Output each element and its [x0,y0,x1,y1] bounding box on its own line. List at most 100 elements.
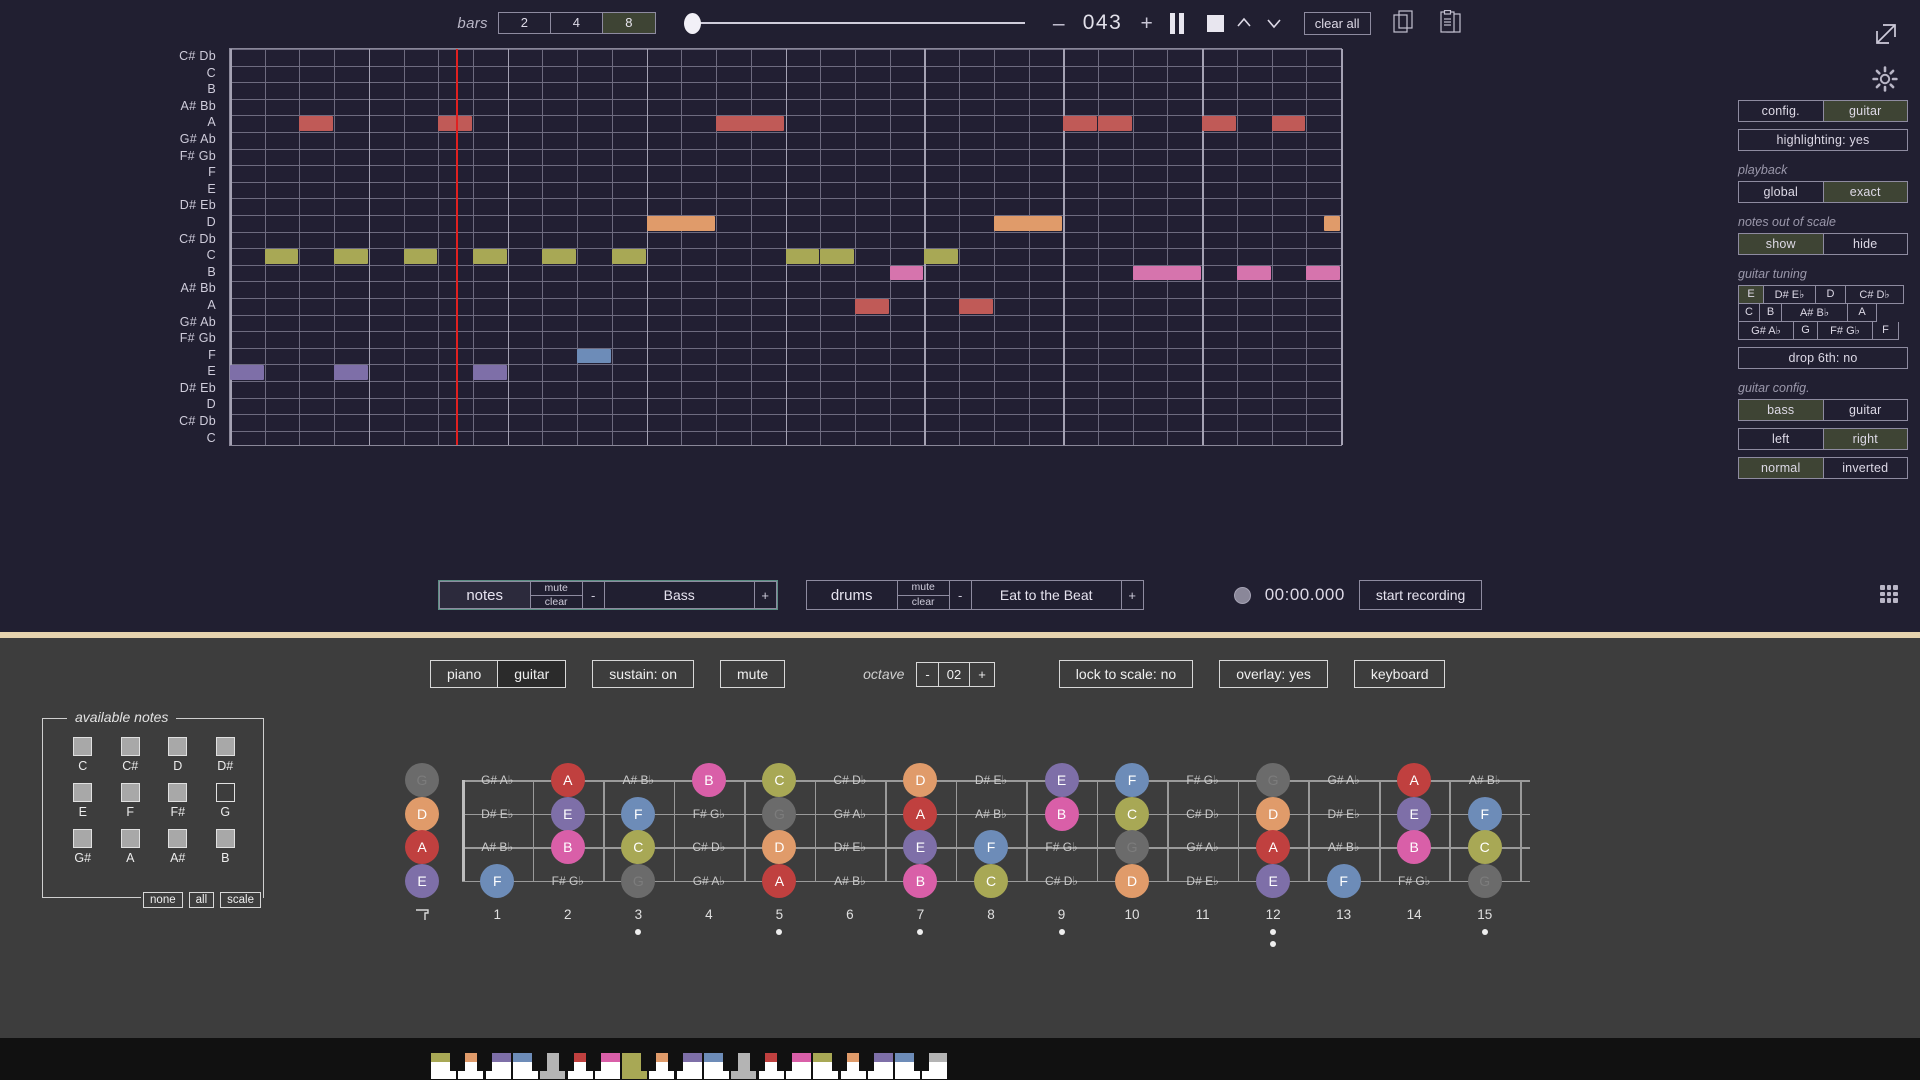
piano-roll-note[interactable] [1271,116,1306,131]
fret-note-label[interactable]: A# B♭ [622,773,654,787]
playback-mode-row[interactable]: global exact [1738,181,1908,203]
fret-note-label[interactable]: A# B♭ [1469,773,1501,787]
fret-note-label[interactable]: D# E♭ [481,807,513,821]
bass-guitar-row[interactable]: bass guitar [1738,399,1908,421]
fret-note-label[interactable]: C# D♭ [692,840,725,854]
fret-note-label[interactable]: D# E♭ [834,840,866,854]
fret-note[interactable]: D [1256,796,1291,831]
available-notes-grid[interactable]: C C# D D# E F F# G G# A A# B [59,737,249,865]
available-note-C[interactable]: C [59,737,107,773]
track-name-notes[interactable]: notes [438,581,531,609]
piano-roll-note[interactable] [334,249,368,264]
hand-right[interactable]: right [1823,428,1908,450]
fret-note[interactable]: B [1044,796,1079,831]
instrument-name[interactable]: Eat to the Beat [971,580,1122,610]
available-note-Gsharp[interactable]: G# [59,829,107,865]
chevron-down-icon[interactable] [1264,13,1284,33]
fret-note-label[interactable]: D# E♭ [1327,807,1359,821]
fret-note[interactable]: E [1256,863,1291,898]
playback-exact[interactable]: exact [1823,181,1908,203]
keyboard-button[interactable]: keyboard [1353,660,1446,688]
fret-note-label[interactable]: G# A♭ [1186,840,1218,854]
guitar-tuning-grid[interactable]: E D# E♭ D C# D♭ C B A# B♭ A G# A♭ G F# G♭ F [1738,285,1908,340]
fret-note-label[interactable]: A# B♭ [1328,840,1360,854]
piano-roll-note[interactable] [611,249,646,264]
available-note-checkbox[interactable] [168,737,188,756]
bars-option-4[interactable]: 4 [551,13,603,33]
fret-note-label[interactable]: A# B♭ [834,874,866,888]
available-note-checkbox[interactable] [168,829,188,848]
fret-note[interactable]: B [903,863,938,898]
available-note-checkbox[interactable] [120,829,140,848]
piano-black-key[interactable] [777,1052,793,1071]
fret-note-label[interactable]: C# D♭ [833,773,866,787]
fret-note[interactable]: F [621,796,656,831]
octave-decrease-button[interactable]: - [917,662,939,686]
piano-roll-grid[interactable] [229,48,1343,446]
open-string-note[interactable]: G [405,763,439,797]
stop-icon[interactable] [1206,14,1224,32]
piano-roll-note[interactable] [403,249,438,264]
pause-icon[interactable] [1167,12,1187,34]
fret-note[interactable]: A [1397,763,1432,797]
fret-note[interactable]: G [1467,863,1502,898]
fret-note[interactable]: C [974,863,1008,898]
fret-note[interactable]: D [1115,863,1150,898]
tuning-cell-g[interactable]: G [1794,322,1818,340]
piano-black-key[interactable] [913,1052,929,1071]
available-notes-all-button[interactable]: all [188,892,215,908]
tempo-slider[interactable] [680,12,1025,34]
piano-roll-note[interactable] [820,249,854,264]
piano-keyboard[interactable] [0,1044,1920,1080]
tuning-cell-de[interactable]: D# E♭ [1764,285,1816,304]
available-note-checkbox[interactable] [168,783,188,802]
bars-option-2[interactable]: 2 [499,13,551,33]
out-of-scale-row[interactable]: show hide [1738,233,1908,255]
tuning-cell-c[interactable]: C [1738,304,1760,322]
piano-black-key[interactable] [832,1052,847,1071]
start-recording-button[interactable]: start recording [1358,580,1483,610]
fret-note[interactable]: E [1397,796,1432,831]
fret-note[interactable]: F [1326,863,1361,898]
fret-note-label[interactable]: C# D♭ [1186,807,1219,821]
fret-note[interactable]: C [762,763,797,797]
piano-roll-note[interactable] [993,216,1063,231]
piano-roll-note[interactable] [646,216,716,231]
piano-roll-note[interactable] [889,265,924,281]
fret-note[interactable]: D [762,830,797,864]
fret-note[interactable]: C [1115,796,1150,831]
available-note-checkbox[interactable] [73,829,93,848]
copy-icon[interactable] [1392,10,1417,36]
available-note-E[interactable]: E [59,783,107,819]
piano-roll-note[interactable] [264,249,299,264]
piano-roll-note[interactable] [577,348,611,364]
available-note-checkbox[interactable] [215,783,235,802]
fret-note-label[interactable]: G# A♭ [834,807,866,821]
available-note-checkbox[interactable] [120,737,140,756]
piano-black-key[interactable] [722,1052,738,1071]
available-note-Fsharp[interactable]: F# [154,783,202,819]
track-clear-button[interactable]: clear [898,596,949,610]
tuning-cell-b[interactable]: B [1760,304,1782,322]
piano-roll-note[interactable] [924,249,959,264]
piano-black-key[interactable] [586,1052,602,1071]
fret-note[interactable]: F [1115,763,1150,797]
piano-roll-note[interactable] [854,299,889,314]
available-note-Dsharp[interactable]: D# [202,737,250,773]
config-toggle-row[interactable]: config. guitar [1738,100,1908,122]
track-clear-button[interactable]: clear [531,596,582,609]
piano-black-key[interactable] [859,1052,875,1071]
piano-roll-note[interactable] [1063,116,1097,131]
available-note-checkbox[interactable] [120,783,140,802]
piano-black-key[interactable] [668,1052,684,1071]
tuning-cell-ga[interactable]: G# A♭ [1738,322,1794,340]
available-note-B[interactable]: B [202,829,250,865]
piano-roll-note[interactable] [230,365,264,380]
piano-roll-note[interactable] [473,249,507,264]
piano-roll-note[interactable] [716,116,785,131]
fret-note-label[interactable]: F# G♭ [693,807,725,821]
drop-sixth-toggle[interactable]: drop 6th: no [1738,347,1908,369]
instrument-mode-group[interactable]: piano guitar [430,660,567,688]
fret-note[interactable]: E [1044,763,1079,797]
fret-note[interactable]: B [550,830,585,864]
